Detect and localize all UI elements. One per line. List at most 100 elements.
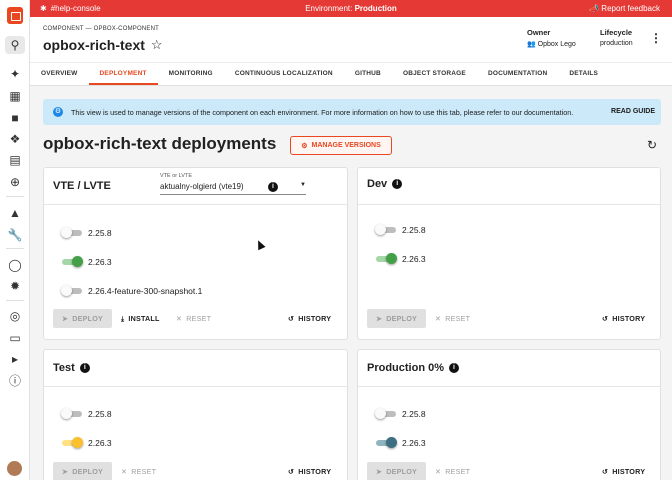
- version-toggle[interactable]: [61, 285, 82, 296]
- megaphone-icon: 📣: [589, 4, 600, 13]
- version-label: 2.26.4-feature-300-snapshot.1: [88, 285, 203, 296]
- manage-versions-button[interactable]: ⚙ MANAGE VERSIONS: [290, 136, 392, 155]
- history-icon: ↺: [602, 314, 609, 323]
- production-card: Production 0% i 2.25.8 2.26.3 ➤ DEPLOY ✕ R…: [357, 349, 661, 480]
- reset-button[interactable]: ✕ RESET: [121, 462, 156, 480]
- section-title: opbox-rich-text deployments: [43, 134, 277, 153]
- version-toggle[interactable]: [376, 437, 397, 448]
- banner-text: This view is used to manage versions of …: [71, 108, 574, 117]
- info-icon[interactable]: i: [79, 363, 90, 373]
- lightbulb-icon[interactable]: ◯: [7, 257, 23, 273]
- card-actions: ➤ DEPLOY ✕ RESET ↺ HISTORY: [44, 462, 347, 480]
- info-icon[interactable]: ⓘ: [7, 373, 23, 389]
- reset-button[interactable]: ✕ RESET: [176, 309, 211, 328]
- star-icon[interactable]: ☆: [151, 37, 163, 53]
- folder-icon[interactable]: ■: [7, 110, 23, 126]
- owner-label: Owner: [527, 28, 551, 37]
- history-button[interactable]: ↺ HISTORY: [288, 309, 331, 328]
- owner-value[interactable]: Opbox Lego: [538, 41, 576, 48]
- version-toggle[interactable]: [61, 227, 82, 238]
- book-icon[interactable]: ▤: [7, 152, 23, 168]
- gear-icon: ⚙: [301, 142, 308, 150]
- search-icon[interactable]: ⚲: [5, 36, 25, 54]
- version-toggle[interactable]: [62, 437, 83, 448]
- environment-value: Production: [354, 4, 397, 13]
- rocket-icon: ➤: [62, 467, 69, 476]
- history-icon: ↺: [288, 314, 295, 323]
- dev-card: Dev i 2.25.8 2.26.3 ➤ DEPLOY ✕ RESET ↺ HIST…: [357, 167, 661, 340]
- card-title: VTE / LVTE: [53, 180, 111, 192]
- network-icon[interactable]: ❖: [7, 131, 23, 147]
- tab-github[interactable]: GITHUB: [344, 63, 392, 85]
- version-label: 2.25.8: [88, 408, 112, 419]
- production-card-header: Production 0% i: [358, 350, 660, 387]
- version-row: 2.25.8: [375, 408, 426, 419]
- read-guide-button[interactable]: READ GUIDE: [611, 108, 655, 115]
- satellite-icon[interactable]: ✹: [7, 278, 23, 294]
- version-row: 2.26.3: [62, 256, 112, 267]
- lifecycle-label: Lifecycle: [600, 28, 633, 37]
- history-icon: ↺: [602, 467, 609, 476]
- megaphone-icon[interactable]: ▸: [7, 351, 23, 367]
- version-label: 2.26.3: [402, 437, 426, 448]
- tab-monitoring[interactable]: MONITORING: [158, 63, 224, 85]
- deploy-button[interactable]: ➤ DEPLOY: [367, 309, 426, 328]
- download-icon: ⤓: [121, 313, 125, 323]
- tab-overview[interactable]: OVERVIEW: [30, 63, 89, 85]
- history-button[interactable]: ↺ HISTORY: [602, 462, 645, 480]
- version-label: 2.26.3: [88, 256, 112, 267]
- close-icon: ✕: [435, 314, 442, 323]
- vte-select[interactable]: VTE or LVTE aktualny-olgierd (vte19) ▼: [160, 173, 306, 195]
- version-toggle[interactable]: [62, 256, 83, 267]
- deploy-button[interactable]: ➤ DEPLOY: [53, 309, 112, 328]
- sparkle-icon[interactable]: ✦: [7, 66, 23, 82]
- tab-bar: OVERVIEW DEPLOYMENT MONITORING CONTINUOU…: [30, 62, 672, 86]
- tab-documentation[interactable]: DOCUMENTATION: [477, 63, 558, 85]
- rocket-icon: ➤: [376, 314, 383, 323]
- deploy-button[interactable]: ➤ DEPLOY: [53, 462, 112, 480]
- wrench-icon[interactable]: 🔧: [7, 227, 23, 243]
- refresh-icon[interactable]: ↻: [647, 138, 657, 152]
- card-title: Production 0% i: [367, 362, 460, 374]
- version-row: 2.26.4-feature-300-snapshot.1: [61, 285, 203, 296]
- reset-button[interactable]: ✕ RESET: [435, 309, 470, 328]
- target-icon[interactable]: ◎: [7, 308, 23, 324]
- rocket-icon: ➤: [376, 467, 383, 476]
- laptop-icon[interactable]: ▭: [7, 330, 23, 346]
- close-icon: ✕: [435, 467, 442, 476]
- info-banner: ⚙ This view is used to manage versions o…: [43, 99, 661, 125]
- history-button[interactable]: ↺ HISTORY: [288, 462, 331, 480]
- add-circle-icon[interactable]: ⊕: [7, 174, 23, 190]
- tab-object-storage[interactable]: OBJECT STORAGE: [392, 63, 477, 85]
- deploy-button[interactable]: ➤ DEPLOY: [367, 462, 426, 480]
- environment-bar: ✱ #help-console Environment: Production …: [30, 0, 672, 17]
- dashboard-icon[interactable]: ▦: [7, 88, 23, 104]
- version-toggle[interactable]: [61, 408, 82, 419]
- version-toggle[interactable]: [375, 408, 396, 419]
- wolf-icon[interactable]: ▲: [7, 205, 23, 221]
- tab-continuous-localization[interactable]: CONTINUOUS LOCALIZATION: [224, 63, 344, 85]
- info-icon[interactable]: i: [268, 182, 278, 192]
- reset-button[interactable]: ✕ RESET: [435, 462, 470, 480]
- tab-deployment[interactable]: DEPLOYMENT: [88, 63, 158, 85]
- info-icon[interactable]: i: [392, 179, 403, 189]
- close-icon: ✕: [121, 467, 128, 476]
- page-title-text: opbox-rich-text: [43, 37, 145, 53]
- card-title: Dev i: [367, 178, 403, 190]
- tab-details[interactable]: DETAILS: [558, 63, 609, 85]
- version-label: 2.25.8: [402, 224, 426, 235]
- card-actions: ➤ DEPLOY ⤓ INSTALL ✕ RESET ↺ HISTORY: [44, 309, 347, 329]
- install-button[interactable]: ⤓ INSTALL: [121, 309, 160, 328]
- info-icon[interactable]: i: [449, 363, 460, 373]
- close-icon: ✕: [176, 314, 183, 323]
- vte-select-label: VTE or LVTE: [160, 173, 192, 179]
- version-toggle[interactable]: [375, 224, 396, 235]
- kebab-icon[interactable]: ⋮: [650, 32, 662, 44]
- history-button[interactable]: ↺ HISTORY: [602, 309, 645, 328]
- avatar[interactable]: [7, 461, 22, 476]
- version-toggle[interactable]: [376, 253, 397, 264]
- logo-icon[interactable]: [7, 7, 23, 24]
- card-actions: ➤ DEPLOY ✕ RESET ↺ HISTORY: [358, 462, 660, 480]
- report-feedback-link[interactable]: 📣 Report feedback: [589, 4, 660, 13]
- caret-down-icon: ▼: [300, 182, 306, 188]
